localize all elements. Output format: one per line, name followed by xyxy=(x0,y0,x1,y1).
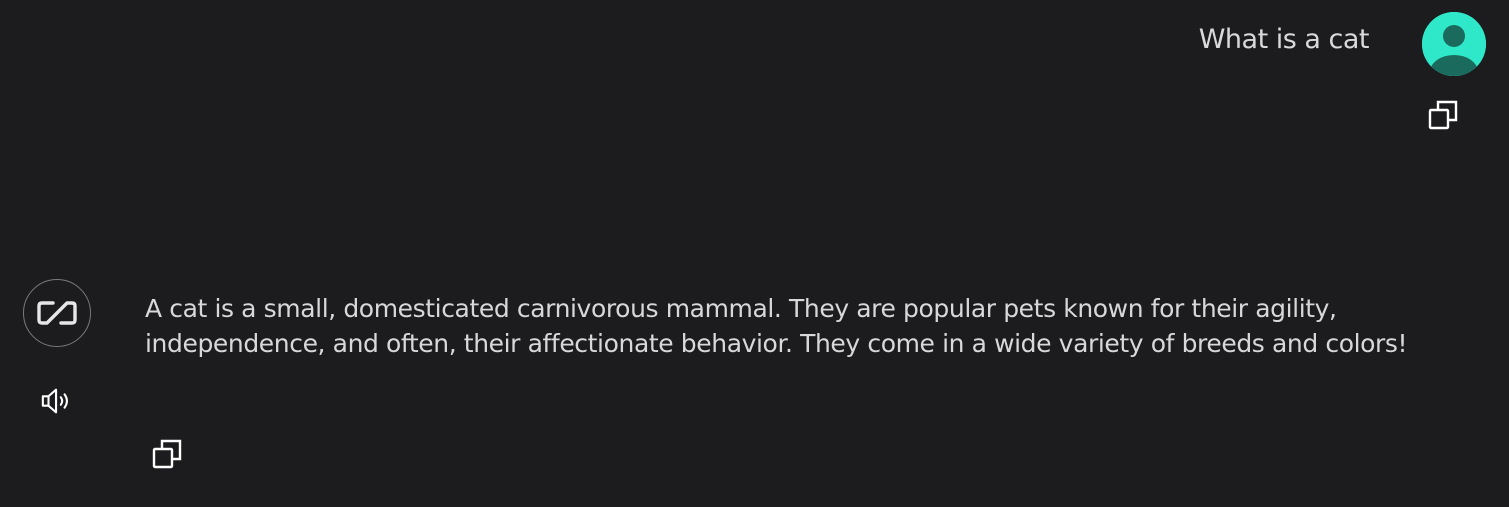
read-aloud-button[interactable] xyxy=(40,384,74,418)
user-message-text: What is a cat xyxy=(1198,24,1370,55)
copy-assistant-message-button[interactable] xyxy=(150,437,184,471)
assistant-logo-icon xyxy=(37,301,77,325)
user-avatar-icon xyxy=(1422,12,1486,76)
copy-icon xyxy=(1428,100,1458,130)
copy-icon xyxy=(152,439,182,469)
assistant-avatar xyxy=(23,279,91,347)
assistant-message-text: A cat is a small, domesticated carnivoro… xyxy=(145,294,1408,358)
speaker-icon xyxy=(41,388,68,414)
chat-thread: What is a cat A cat is a small, domestic… xyxy=(0,0,1509,507)
user-avatar[interactable] xyxy=(1422,12,1486,76)
copy-user-message-button[interactable] xyxy=(1426,98,1460,132)
